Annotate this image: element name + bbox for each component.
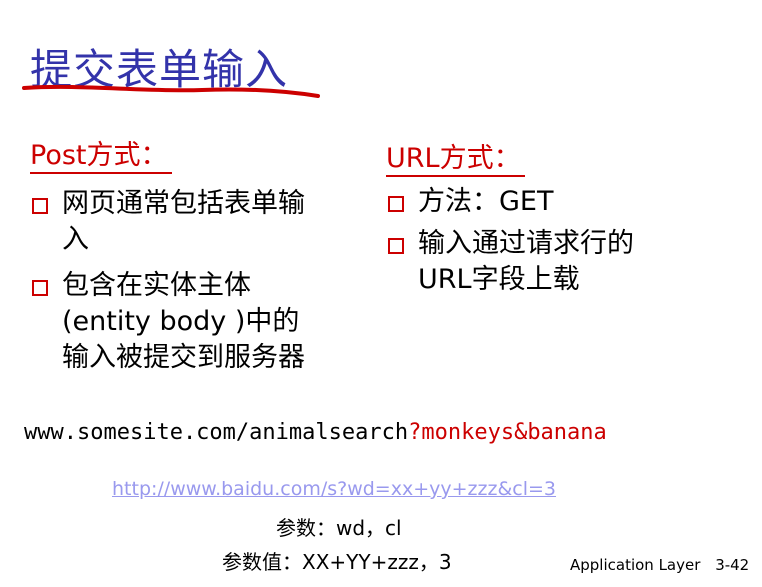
slide-footer: Application Layer 3-42 [570,556,749,574]
title-underline [22,84,320,98]
params-text: 参数：wd，cl [276,516,402,540]
bullet-text: 网页通常包括表单输 [62,188,305,219]
param-values-text: 参数值：XX+YY+zzz，3 [222,550,452,574]
bullet-text: 包含在实体主体 [62,270,251,301]
page-number: 3-42 [715,556,750,574]
list-item: 方法：GET [388,184,728,220]
example-url: www.somesite.com/animalsearch?monkeys&ba… [24,420,607,445]
post-heading: Post方式： [30,140,172,174]
bullet-text: URL字段上载 [418,264,580,295]
bullet-text: 方法：GET [418,186,554,217]
example-url-base: www.somesite.com/animalsearch [24,420,409,445]
example-url-query: ?monkeys&banana [408,420,607,445]
list-item: 输入通过请求行的 URL字段上载 [388,226,728,298]
list-item: 网页通常包括表单输 入 [32,186,352,258]
baidu-search-link[interactable]: http://www.baidu.com/s?wd=xx+yy+zzz&cl=3 [112,478,556,500]
footer-label: Application Layer [570,556,701,574]
bullet-square-icon [388,196,404,212]
list-item: 包含在实体主体 (entity body )中的 输入被提交到服务器 [32,268,362,376]
bullet-text: 入 [62,224,89,255]
bullet-square-icon [32,280,48,296]
bullet-text: 输入通过请求行的 [418,228,634,259]
url-heading: URL方式： [386,143,525,177]
bullet-square-icon [388,238,404,254]
bullet-square-icon [32,198,48,214]
bullet-text: 输入被提交到服务器 [62,342,305,373]
bullet-text: (entity body )中的 [62,306,300,337]
